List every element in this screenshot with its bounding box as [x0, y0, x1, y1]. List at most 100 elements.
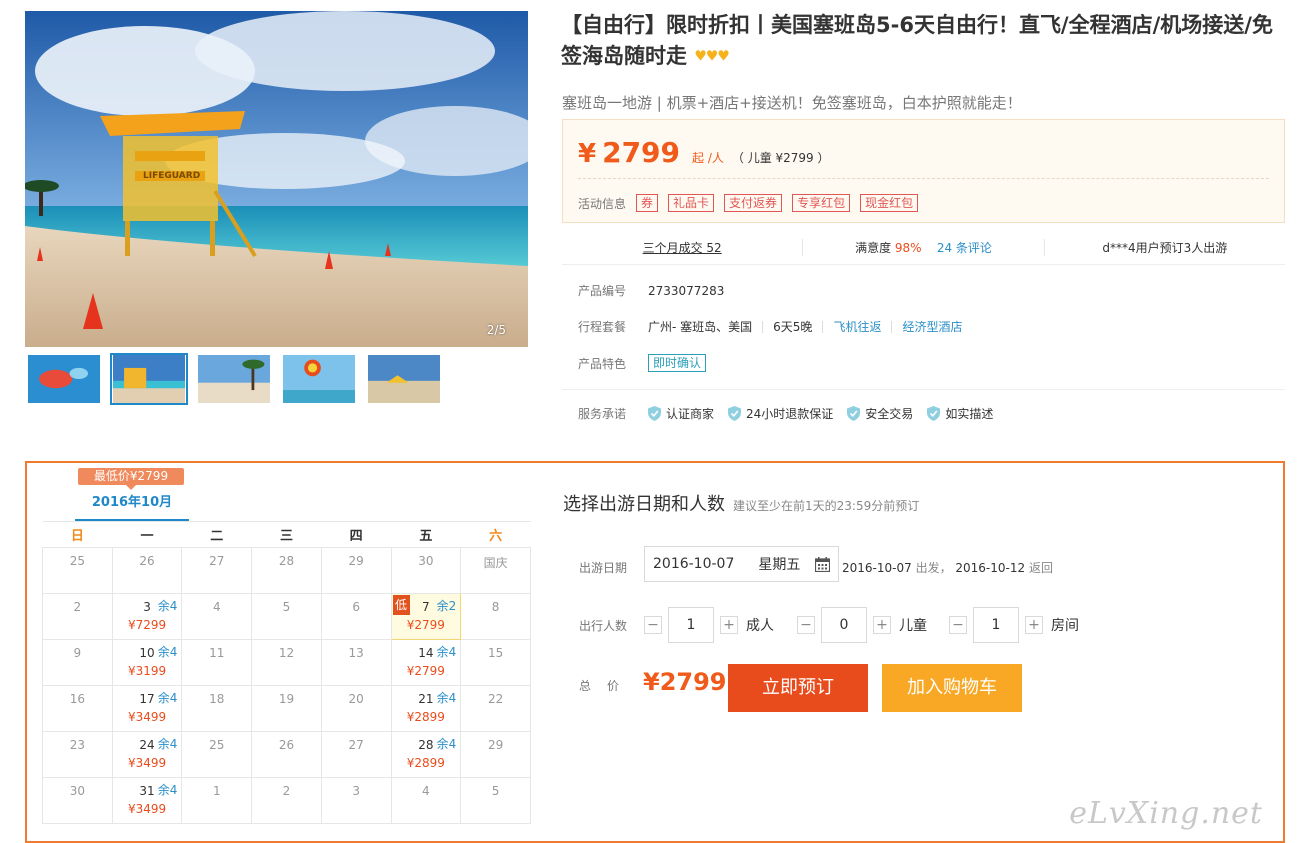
rooms-input[interactable]: 1: [973, 607, 1019, 643]
depart-date: 2016-10-07: [842, 561, 912, 575]
calendar-day: 25: [181, 731, 253, 778]
route: 广州- 塞班岛、美国: [648, 320, 753, 334]
calendar-day: 29: [460, 731, 531, 778]
adults-plus-button[interactable]: +: [720, 616, 738, 634]
rooms-plus-button[interactable]: +: [1025, 616, 1043, 634]
calendar-day[interactable]: 3 余4 ¥7299: [111, 593, 183, 640]
day-number: 29: [348, 554, 364, 568]
flight-link[interactable]: 飞机往返: [833, 318, 881, 335]
booking-panel: 最低价¥2799 2016年10月 日 一 二 三 四 五 六 25 26 27 28…: [25, 461, 1285, 843]
calendar-day[interactable]: 低 7 余2 ¥2799: [390, 593, 462, 640]
calendar-day[interactable]: 17 余4 ¥3499: [111, 685, 183, 732]
adults-input[interactable]: 1: [668, 607, 714, 643]
service-secure: 安全交易: [847, 405, 913, 422]
month-tab[interactable]: 2016年10月: [73, 491, 191, 510]
calendar-day[interactable]: 28 余4 ¥2899: [390, 731, 462, 778]
day-number: 2: [73, 600, 82, 614]
date-picker[interactable]: 2016-10-07 星期五: [644, 546, 839, 582]
calendar-day[interactable]: 31 余4 ¥3499: [111, 777, 183, 824]
date-label: 出游日期: [579, 561, 628, 575]
calendar-day: 26: [111, 547, 183, 594]
adults-minus-button[interactable]: −: [644, 616, 662, 634]
rooms-stepper: − 1 + 房间: [949, 607, 1079, 643]
crown-icon: ♥♥♥: [694, 48, 730, 65]
service-verified: 认证商家: [648, 405, 714, 422]
remaining-seats: 余4: [436, 691, 457, 705]
promo-tag-cash[interactable]: 现金红包: [860, 194, 919, 212]
lifeguard-thumbnail: [113, 355, 185, 403]
stat-sales[interactable]: 三个月成交 52: [562, 239, 802, 256]
day-number: 18: [209, 692, 225, 706]
info-block: 产品编号 2733077283 行程套餐 广州- 塞班岛、美国 6天5晚 飞机往…: [562, 268, 1285, 390]
day-number: 27: [348, 738, 364, 752]
calendar-day: 3: [320, 777, 392, 824]
weekday-tue: 二: [181, 521, 252, 548]
calendar-day: 12: [251, 639, 322, 686]
calendar-week-row: 23 24 余4 ¥3499 25 26 27 28 余4 ¥2899 29: [42, 731, 531, 778]
service-accurate: 如实描述: [927, 405, 993, 422]
promo-tag-exclusive[interactable]: 专享红包: [792, 194, 851, 212]
price-currency: ¥: [578, 139, 597, 169]
rooms-unit: 房间: [1051, 618, 1079, 634]
main-photo[interactable]: LIFEGUARD 2/5: [25, 11, 528, 347]
people-label: 出行人数: [579, 619, 628, 633]
day-number: 5: [491, 784, 500, 798]
weekday-wed: 三: [251, 521, 322, 548]
children-unit: 儿童: [899, 618, 927, 634]
thumbnail-5[interactable]: [365, 353, 443, 405]
product-code-label: 产品编号: [578, 284, 627, 298]
calendar-day: 9: [42, 639, 113, 686]
children-plus-button[interactable]: +: [873, 616, 891, 634]
separator: [762, 320, 764, 333]
calendar-day[interactable]: 14 余4 ¥2799: [390, 639, 462, 686]
feature-row: 产品特色 即时确认: [578, 354, 707, 372]
calendar-day[interactable]: 21 余4 ¥2899: [390, 685, 462, 732]
children-input[interactable]: 0: [821, 607, 867, 643]
calendar-week-row: 9 10 余4 ¥3199 11 12 13 14 余4 ¥2799 15: [42, 639, 531, 686]
day-number: 29: [487, 738, 504, 752]
palm-beach-thumbnail: [198, 355, 270, 403]
day-number: 19: [278, 692, 295, 706]
price-divider: [578, 178, 1269, 179]
beach-lifeguard-photo: LIFEGUARD: [25, 11, 528, 347]
thumbnail-4[interactable]: [280, 353, 358, 405]
calendar-icon[interactable]: [815, 556, 830, 572]
calendar-day[interactable]: 10 余4 ¥3199: [111, 639, 183, 686]
calendar-day: 26: [251, 731, 322, 778]
product-code-value: 2733077283: [648, 283, 725, 298]
day-price: ¥2899: [406, 710, 445, 724]
watermark: eLvXing.net: [1069, 796, 1263, 831]
price-line: ¥ 2799 起 /人 （ 儿童 ¥2799 ）: [578, 136, 830, 169]
sales-count[interactable]: 三个月成交 52: [643, 241, 722, 255]
calendar-day: 8: [460, 593, 531, 640]
day-number: 5: [282, 600, 291, 614]
remaining-seats: 余2: [436, 599, 457, 613]
reviews-link[interactable]: 24 条评论: [937, 241, 992, 255]
thumbnail-1[interactable]: [25, 353, 103, 405]
calendar-day: 30: [390, 547, 462, 594]
calendar-header: 最低价¥2799 2016年10月: [73, 463, 191, 521]
hotel-link[interactable]: 经济型酒店: [902, 318, 962, 335]
stat-recent: d***4用户预订3人出游: [1043, 239, 1285, 256]
day-number: 23: [69, 738, 85, 752]
add-to-cart-button[interactable]: 加入购物车: [882, 664, 1022, 712]
promo-tag-coupon[interactable]: 券: [636, 194, 659, 212]
adults-unit: 成人: [746, 618, 774, 634]
product-subtitle: 塞班岛一地游 | 机票+酒店+接送机！免签塞班岛，白本护照就能走！: [562, 94, 1022, 112]
calendar-body: 25 26 27 28 29 30 国庆 2 3 余4 ¥7299 4 5 6 低 7 余2 ¥2799 8 9 10 余…: [42, 547, 531, 824]
calendar-day: 4: [181, 593, 253, 640]
promo-tag-cashback[interactable]: 支付返券: [724, 194, 783, 212]
calendar-day: 19: [251, 685, 322, 732]
calendar-day: 30: [42, 777, 113, 824]
day-number: 4: [212, 600, 221, 614]
calendar-day[interactable]: 24 余4 ¥3499: [111, 731, 183, 778]
day-number: 8: [491, 600, 500, 614]
children-minus-button[interactable]: −: [797, 616, 815, 634]
rooms-minus-button[interactable]: −: [949, 616, 967, 634]
book-now-button[interactable]: 立即预订: [728, 664, 868, 712]
thumbnail-3[interactable]: [195, 353, 273, 405]
booking-title-text: 选择出游日期和人数: [563, 494, 725, 515]
promo-tag-giftcard[interactable]: 礼品卡: [668, 194, 715, 212]
shield-check-icon: [927, 406, 941, 421]
thumbnail-2[interactable]: [110, 353, 188, 405]
